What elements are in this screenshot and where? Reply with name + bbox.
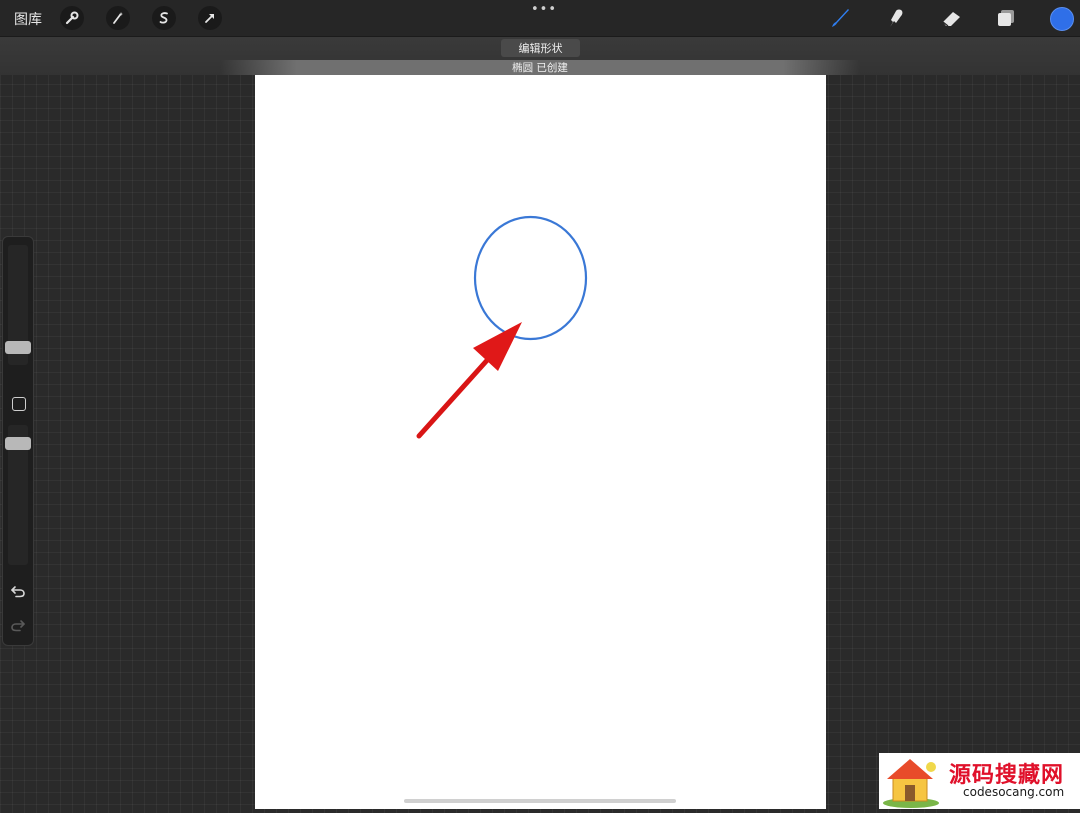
redo-icon[interactable] <box>10 617 26 633</box>
house-logo-icon <box>883 759 939 808</box>
watermark: 源码搜藏网 codesocang.com <box>879 753 1080 809</box>
left-sidebar <box>2 236 34 646</box>
opacity-slider[interactable] <box>5 437 31 450</box>
home-indicator[interactable] <box>404 799 676 803</box>
undo-icon[interactable] <box>10 583 26 599</box>
annotation-arrow-shaft <box>416 354 493 439</box>
drawn-ellipse[interactable] <box>473 215 588 341</box>
modify-button[interactable] <box>12 397 26 411</box>
watermark-url: codesocang.com <box>963 785 1065 799</box>
canvas-overlay <box>416 215 588 439</box>
annotation-arrow-head <box>473 322 522 371</box>
brush-size-slider[interactable] <box>5 341 31 354</box>
